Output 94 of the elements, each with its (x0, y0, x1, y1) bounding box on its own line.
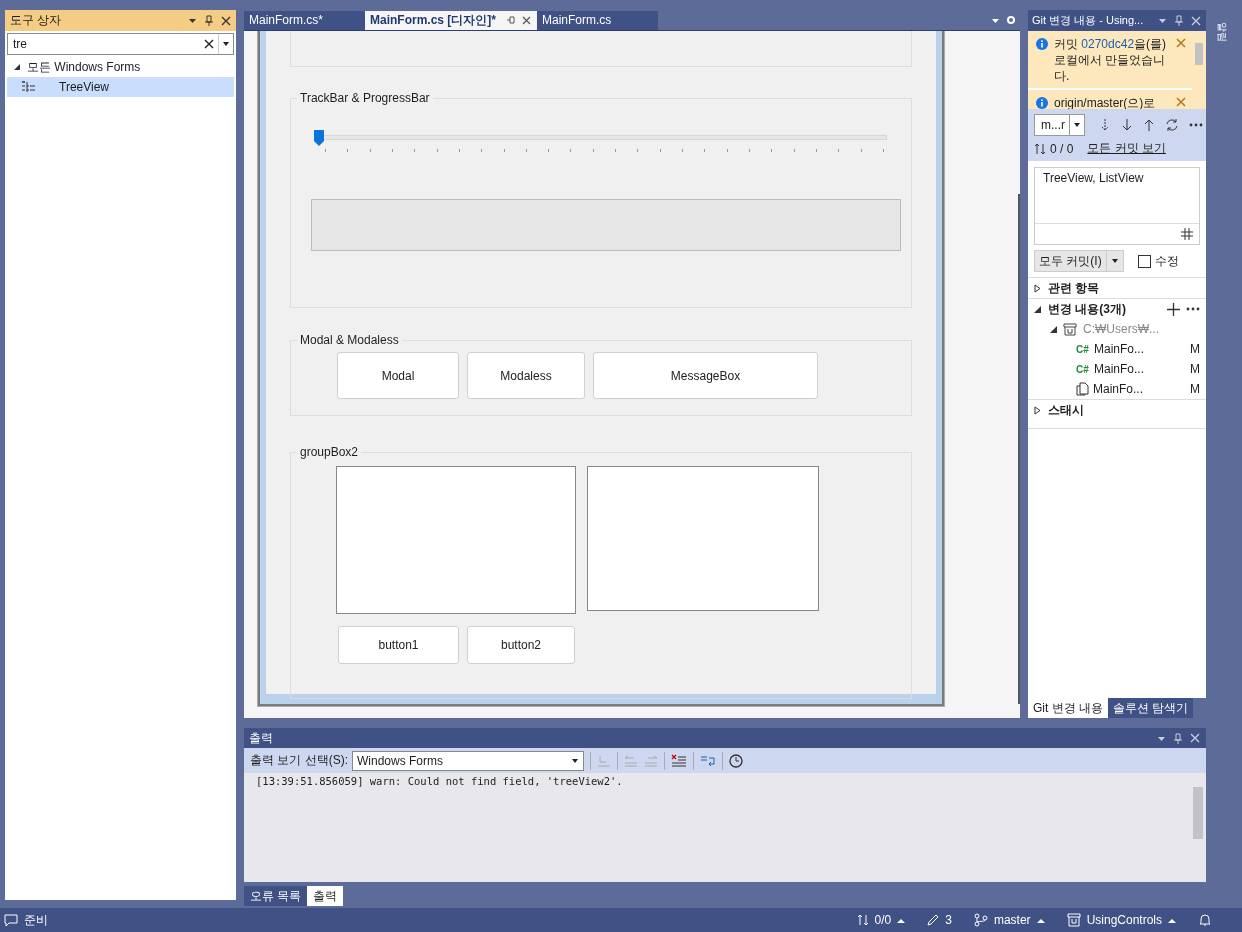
commit-counts: 0 / 0 (1050, 141, 1074, 156)
repository-icon (1066, 913, 1081, 928)
output-source-dropdown[interactable]: Windows Forms (352, 750, 584, 771)
panel-tab[interactable]: Git 변경 내용 (1028, 698, 1108, 718)
info-icon (1036, 38, 1048, 50)
panel-tab[interactable]: 출력 (307, 886, 344, 906)
pull-icon[interactable] (1121, 118, 1133, 132)
sync-arrows-icon (856, 914, 869, 927)
commit-link[interactable]: 0270dc42 (1081, 37, 1135, 51)
commit-message-field[interactable]: TreeView, ListView (1034, 167, 1200, 245)
panel-title: 도구 상자 (10, 12, 63, 29)
all-commits-link[interactable]: 모든 커밋 보기 (1087, 140, 1167, 157)
panel-tab[interactable]: 오류 목록 (244, 886, 308, 906)
caret-icon (1036, 917, 1045, 923)
document-tab[interactable]: MainForm.cs [디자인]* (365, 10, 537, 30)
close-icon[interactable] (221, 15, 231, 26)
panel-title: 출력 (249, 729, 273, 747)
fetch-icon[interactable] (1099, 118, 1111, 132)
expand-icon[interactable] (1034, 283, 1042, 293)
changed-file[interactable]: C# MainFo... M (1028, 359, 1206, 379)
notifications-tab[interactable]: 알림 (1212, 10, 1232, 54)
caret-icon[interactable] (1110, 258, 1119, 264)
output-line: [13:39:51.856059] warn: Could not find field, 'treeView2'. (256, 775, 624, 787)
trackbar[interactable] (313, 129, 887, 151)
amend-checkbox[interactable]: 수정 (1137, 252, 1179, 270)
caret-icon (1168, 917, 1176, 923)
csharp-file-icon: C# (1076, 343, 1090, 355)
group-title: groupBox2 (297, 445, 362, 459)
panel-tab[interactable]: 솔루션 탐색기 (1108, 698, 1194, 718)
tree-view-icon (21, 81, 35, 93)
form-button[interactable]: MessageBox (593, 352, 818, 399)
settings-icon[interactable] (1006, 15, 1016, 25)
form-button[interactable]: Modaless (467, 352, 585, 399)
output-source-label: 출력 보기 선택(S): (250, 752, 348, 769)
branch-status[interactable]: master (973, 913, 1045, 928)
form-button[interactable]: button1 (338, 626, 459, 664)
tree-item[interactable]: TreeView (7, 77, 234, 97)
close-icon[interactable] (522, 15, 531, 25)
clear-icon[interactable] (204, 39, 214, 49)
pin-icon[interactable] (204, 15, 214, 26)
csharp-file-icon: C# (1076, 363, 1090, 375)
sync-status[interactable]: 0/0 (856, 913, 906, 928)
collapse-icon[interactable] (1034, 304, 1042, 314)
bell-icon[interactable] (1198, 913, 1212, 928)
commit-all-button[interactable]: 모두 커밋(I) (1034, 250, 1124, 272)
collapse-icon[interactable] (1050, 325, 1057, 333)
dropdown-icon[interactable] (188, 16, 197, 25)
slider-thumb[interactable] (313, 129, 325, 147)
list-view[interactable] (587, 466, 819, 611)
repository-icon (1063, 322, 1077, 336)
push-icon[interactable] (1143, 118, 1155, 132)
status-text: 준비 (24, 911, 49, 929)
section-header[interactable]: 관련 항목 (1034, 279, 1200, 297)
notification-text: 커밋 0270dc42을(를) 로컬에서 만들었습니다. (1054, 36, 1168, 84)
pencil-icon (927, 914, 940, 927)
more-icon[interactable] (1189, 123, 1203, 127)
changed-file[interactable]: C# MainFo... M (1028, 339, 1206, 359)
branch-dropdown[interactable]: m...r (1034, 114, 1085, 136)
caret-icon (897, 917, 906, 923)
collapse-icon[interactable] (13, 63, 21, 71)
pin-icon[interactable] (506, 15, 516, 25)
document-tab[interactable]: MainForm.cs (537, 10, 658, 30)
sync-arrows-icon (1034, 142, 1046, 155)
more-icon[interactable] (1186, 307, 1200, 311)
search-field[interactable]: tre (7, 33, 234, 55)
sync-icon[interactable] (1165, 118, 1179, 132)
caret-icon[interactable] (571, 757, 579, 764)
section-header[interactable]: 스태시 (1034, 401, 1200, 419)
branch-icon (973, 913, 988, 928)
notification-text: origin/master(으)로 (1054, 95, 1157, 109)
pending-changes[interactable]: 3 (927, 913, 952, 928)
tree-view[interactable] (336, 466, 576, 614)
hash-icon[interactable] (1181, 228, 1193, 240)
tree-item[interactable]: 모든 Windows Forms (7, 57, 234, 77)
form-button[interactable]: button2 (467, 626, 575, 664)
panel-title: Git 변경 내용 - Using... (1032, 13, 1144, 28)
group-title: TrackBar & ProgressBar (297, 91, 433, 105)
clock-icon[interactable] (729, 753, 743, 768)
folder-item[interactable]: C:₩Users₩... (1028, 319, 1206, 339)
plus-icon[interactable] (1167, 302, 1180, 316)
dropdown-icon[interactable] (222, 41, 230, 47)
document-tab[interactable]: MainForm.cs* (244, 10, 365, 30)
section-header[interactable]: 변경 내용(3개) (1034, 300, 1161, 318)
document-icon (1076, 382, 1089, 396)
caret-icon[interactable] (1073, 122, 1081, 128)
form-button[interactable]: Modal (337, 352, 459, 399)
info-icon (1036, 97, 1048, 109)
repository-status[interactable]: UsingControls (1066, 913, 1176, 928)
changed-file[interactable]: MainFo... M (1028, 379, 1206, 399)
group-title: Modal & Modaless (297, 333, 402, 347)
message-icon (4, 913, 18, 927)
expand-icon[interactable] (1034, 405, 1042, 415)
word-wrap-icon[interactable] (700, 753, 716, 768)
clear-all-icon[interactable] (671, 753, 687, 768)
